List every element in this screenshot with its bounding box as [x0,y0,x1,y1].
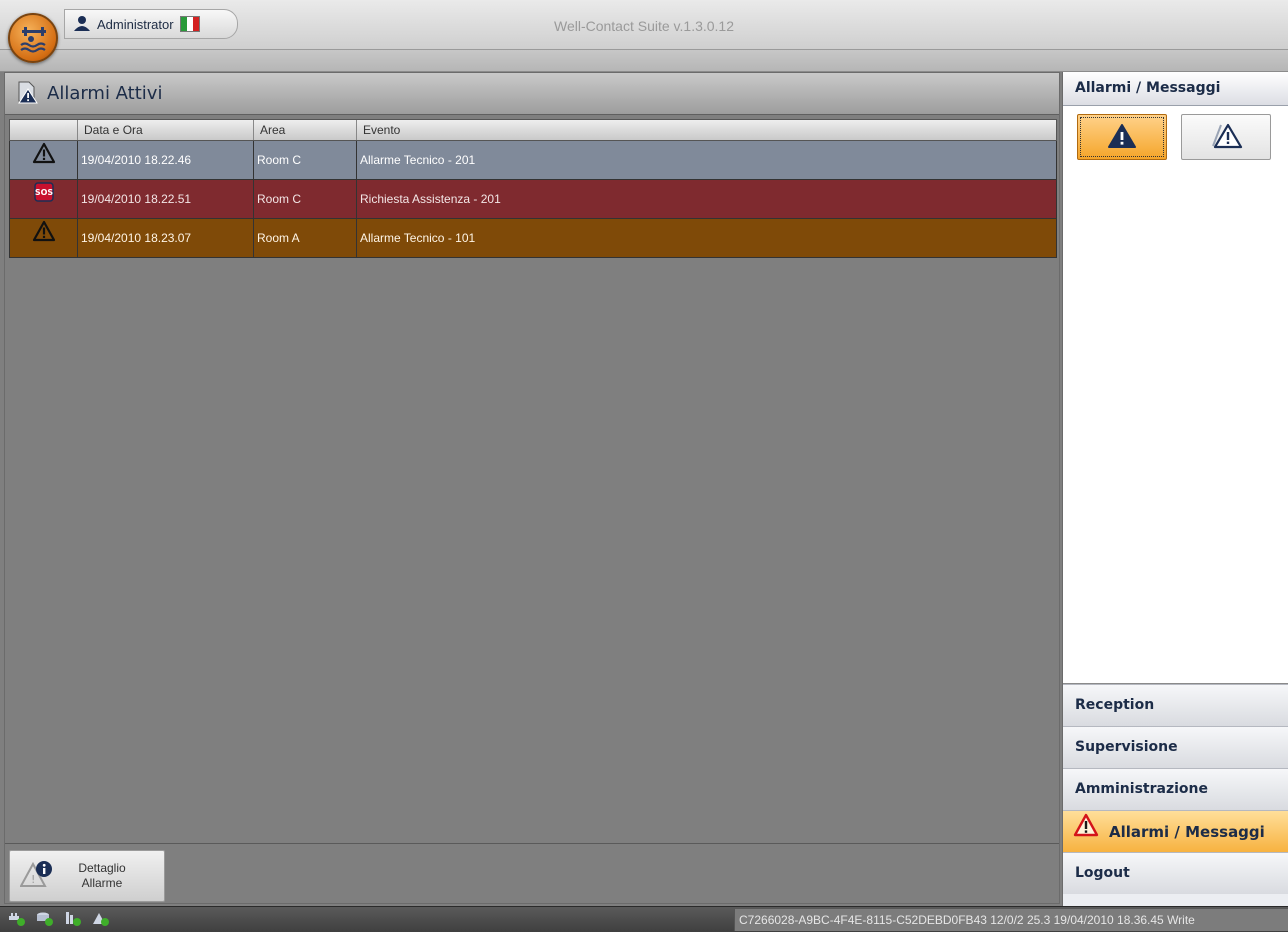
nav-reception[interactable]: Reception [1063,684,1288,726]
row-event: Richiesta Assistenza - 201 [360,192,501,206]
nav-supervisione[interactable]: Supervisione [1063,726,1288,768]
table-row[interactable]: SOS 19/04/2010 18.22.51 Room C Richiesta As… [9,180,1057,219]
table-row[interactable]: 19/04/2010 18.23.07 Room A Allarme Tecnico… [9,219,1057,258]
row-area: Room A [254,219,357,257]
warning-red-icon [1073,812,1099,852]
app-logo-button[interactable] [8,13,58,63]
alarm-document-icon [15,79,41,108]
row-datetime: 19/04/2010 18.22.46 [78,141,254,179]
row-event: Allarme Tecnico - 201 [360,153,476,167]
status-text: C7266028-A9BC-4F4E-8115-C52DEBD0FB43 12/… [734,909,1288,931]
nav-allarmi-messaggi[interactable]: Allarmi / Messaggi [1063,810,1288,852]
nav-allarmi-messaggi-label: Allarmi / Messaggi [1109,822,1265,841]
row-icon-cell [10,219,78,257]
panel-header: Allarmi Attivi [5,73,1059,115]
title-bar: Administrator Well-Contact Suite v.1.3.0… [0,0,1288,50]
alarm-status-icon[interactable] [92,911,110,930]
alarm-detail-button[interactable]: ! Dettaglio Allarme [9,850,165,902]
column-header-icon[interactable] [10,120,78,140]
status-bar: C7266028-A9BC-4F4E-8115-C52DEBD0FB43 12/… [0,906,1288,932]
navigation-panel: Allarmi / Messaggi Reception Supervision… [1062,72,1288,906]
warning-filled-icon [1107,123,1137,152]
alarms-table: Data e Ora Area Evento 19/04/2010 18.22.… [9,119,1057,258]
device-status-icon[interactable] [64,911,82,930]
section-content [1063,106,1288,684]
svg-text:!: ! [31,873,35,886]
warning-triangle-icon [32,219,56,257]
svg-text:SOS: SOS [34,188,53,197]
active-alarms-panel: Allarmi Attivi Data e Ora Area Evento 19… [4,72,1060,904]
row-area: Room C [254,141,357,179]
row-icon-cell: SOS [10,180,78,218]
active-alarms-button[interactable] [1077,114,1167,160]
row-area: Room C [254,180,357,218]
detail-button-line1: Dettaglio [78,861,126,875]
connection-status-icon[interactable] [8,911,26,930]
sos-icon: SOS [32,180,56,218]
table-row[interactable]: 19/04/2010 18.22.46 Room C Allarme Tecnico… [9,141,1057,180]
section-title: Allarmi / Messaggi [1063,72,1288,106]
alarm-history-button[interactable] [1181,114,1271,160]
panel-toolbar: ! Dettaglio Allarme [5,843,1059,903]
table-header: Data e Ora Area Evento [9,119,1057,141]
database-status-icon[interactable] [36,911,54,930]
column-header-event[interactable]: Evento [357,120,1056,140]
warning-triangle-icon [32,141,56,179]
warning-history-icon [1209,122,1243,153]
row-datetime: 19/04/2010 18.23.07 [78,219,254,257]
row-icon-cell [10,141,78,179]
alarm-info-icon: ! [19,858,54,895]
row-event: Allarme Tecnico - 101 [360,231,476,245]
row-datetime: 19/04/2010 18.22.51 [78,180,254,218]
detail-button-line2: Allarme [81,876,123,890]
column-header-datetime[interactable]: Data e Ora [78,120,254,140]
column-header-area[interactable]: Area [254,120,357,140]
nav-logout[interactable]: Logout [1063,852,1288,894]
nav-amministrazione[interactable]: Amministrazione [1063,768,1288,810]
ribbon-bar [0,50,1288,72]
page-title: Allarmi Attivi [47,83,163,104]
app-title: Well-Contact Suite v.1.3.0.12 [553,18,735,34]
